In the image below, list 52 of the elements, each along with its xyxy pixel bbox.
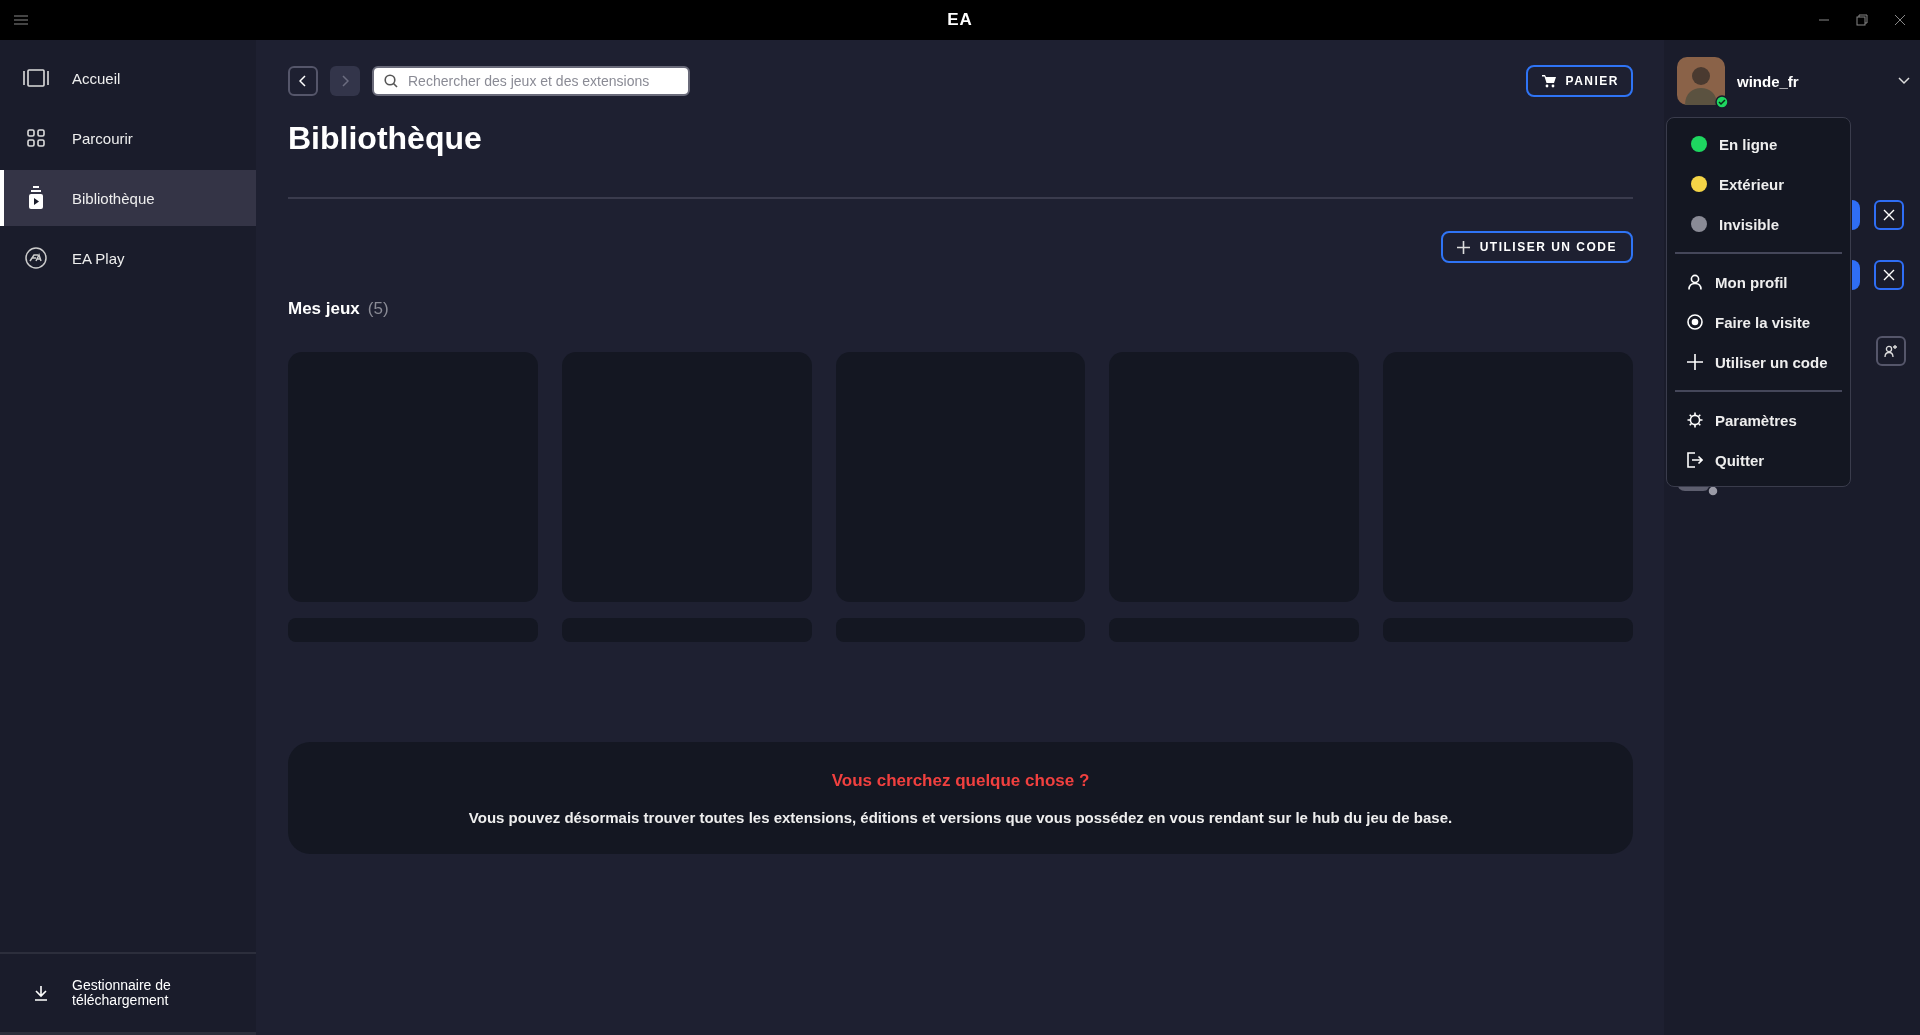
notice-title: Vous cherchez quelque chose ? bbox=[831, 770, 1090, 791]
add-friend-button[interactable] bbox=[1876, 336, 1906, 366]
settings-icon bbox=[1687, 412, 1703, 428]
grid-icon bbox=[27, 129, 45, 147]
status-option[interactable]: En ligne bbox=[1675, 124, 1842, 164]
cart-icon bbox=[1541, 74, 1556, 88]
home-icon bbox=[23, 69, 49, 87]
plus-icon bbox=[1456, 240, 1470, 254]
accept-button[interactable] bbox=[1852, 200, 1860, 230]
person-icon bbox=[1687, 274, 1703, 290]
download-manager-link[interactable]: Gestionnaire de téléchargement bbox=[72, 978, 222, 1008]
download-icon bbox=[34, 985, 48, 1001]
search-field[interactable]: Rechercher des jeux et des extensions bbox=[372, 66, 690, 96]
add-person-icon bbox=[1884, 344, 1898, 358]
decline-button[interactable] bbox=[1874, 200, 1904, 230]
sidebar-item[interactable]: Bibliothèque bbox=[0, 170, 256, 226]
close-icon[interactable] bbox=[1894, 14, 1906, 26]
game-count: (5) bbox=[367, 299, 389, 319]
target-icon bbox=[1687, 314, 1703, 330]
search-icon bbox=[384, 74, 398, 88]
plus-icon bbox=[1687, 354, 1703, 370]
menu-item[interactable]: Utiliser un code bbox=[1675, 342, 1842, 382]
menu-icon[interactable] bbox=[14, 15, 28, 25]
page-title: Bibliothèque bbox=[288, 120, 483, 158]
close-icon bbox=[1883, 209, 1895, 221]
chevron-left-icon bbox=[299, 75, 307, 87]
sidebar-item[interactable]: EA Play bbox=[0, 230, 256, 286]
menu-item[interactable]: Faire la visite bbox=[1675, 302, 1842, 342]
sidebar-item[interactable]: Parcourir bbox=[0, 110, 256, 166]
notice-text: Vous pouvez désormais trouver toutes les extensions, éditions et versions que vous possédez en vous rendant sur le hub du jeu de base. bbox=[468, 808, 1453, 826]
logout-icon bbox=[1687, 452, 1703, 468]
chevron-down-icon[interactable] bbox=[1898, 77, 1910, 85]
avatar[interactable] bbox=[1677, 57, 1725, 105]
menu-item[interactable]: Mon profil bbox=[1675, 262, 1842, 302]
chevron-right-icon bbox=[341, 75, 349, 87]
username[interactable]: winde_fr bbox=[1737, 72, 1886, 90]
decline-button[interactable] bbox=[1874, 260, 1904, 290]
close-icon bbox=[1883, 269, 1895, 281]
app-logo: EA bbox=[947, 10, 973, 30]
menu-item[interactable]: Quitter bbox=[1675, 440, 1842, 480]
cart-button[interactable]: PANIER bbox=[1525, 65, 1633, 97]
section-title: Mes jeux bbox=[288, 299, 360, 319]
restore-icon[interactable] bbox=[1856, 14, 1868, 26]
ea-logo-icon bbox=[25, 247, 47, 269]
status-option[interactable]: Invisible bbox=[1675, 204, 1842, 244]
back-button[interactable] bbox=[288, 66, 318, 96]
status-option[interactable]: Extérieur bbox=[1675, 164, 1842, 204]
library-icon bbox=[28, 186, 44, 210]
accept-button[interactable] bbox=[1852, 260, 1860, 290]
menu-item[interactable]: Paramètres bbox=[1675, 400, 1842, 440]
redeem-code-button[interactable]: UTILISER UN CODE bbox=[1440, 231, 1633, 263]
sidebar-item[interactable]: Accueil bbox=[0, 50, 256, 106]
